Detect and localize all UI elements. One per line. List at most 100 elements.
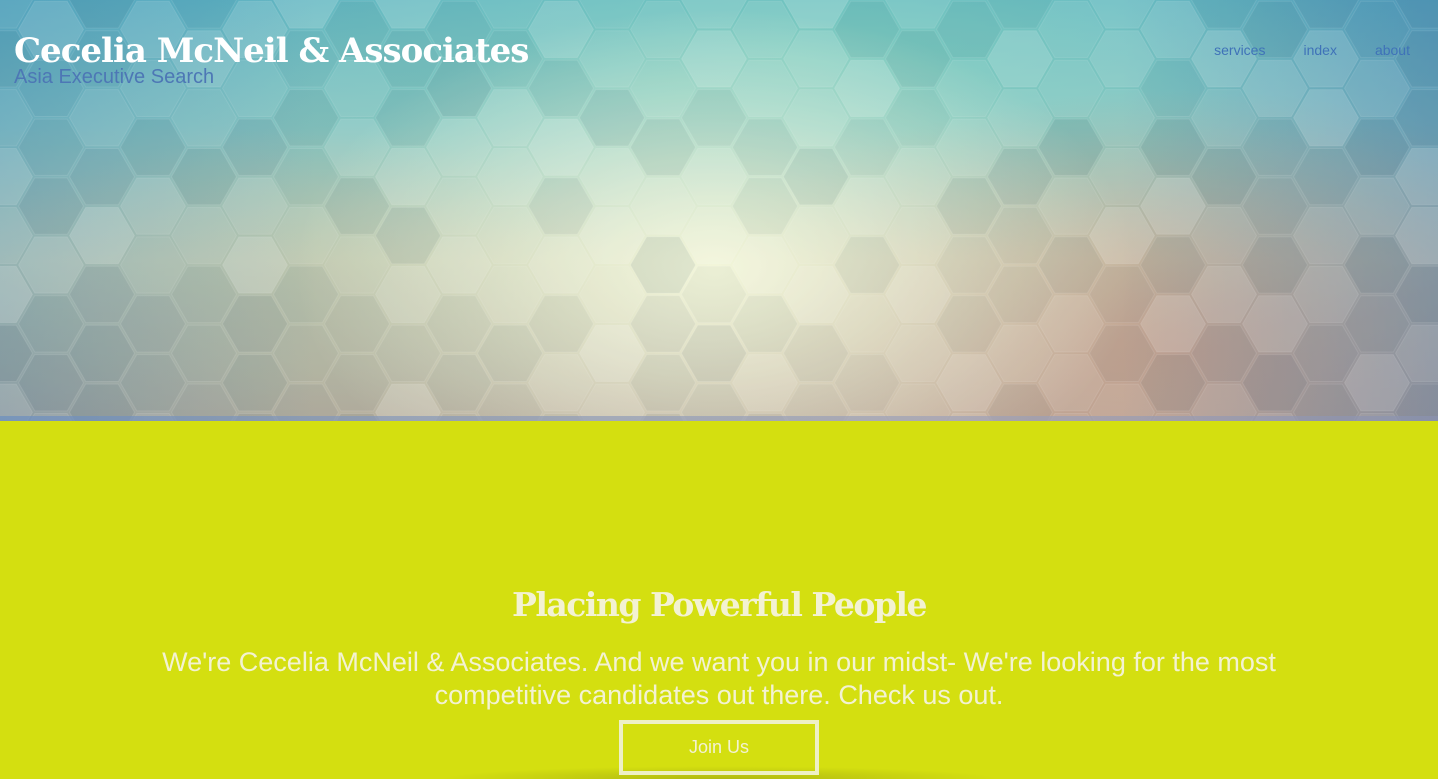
- hexagon-tile: [884, 206, 952, 265]
- hexagon-tile: [578, 89, 646, 147]
- hexagon-tile: [1037, 354, 1105, 412]
- headline: Placing Powerful People: [512, 585, 927, 624]
- hexagon-tile: [731, 295, 799, 353]
- nav-link-index[interactable]: index: [1303, 42, 1336, 58]
- hexagon-tile: [119, 295, 187, 353]
- hexagon-tile: [476, 148, 544, 206]
- hexagon-tile: [476, 89, 544, 147]
- hexagon-tile: [527, 118, 595, 176]
- hexagon-tile: [17, 295, 85, 353]
- hexagon-tile: [170, 324, 238, 382]
- hexagon-tile: [578, 265, 646, 324]
- hexagon-tile: [476, 206, 544, 265]
- hexagon-tile: [986, 89, 1054, 147]
- hexagon-tile: [1088, 148, 1156, 206]
- hexagon-tile: [68, 89, 136, 147]
- hexagon-tile: [1139, 295, 1207, 353]
- hexagon-tile: [833, 177, 901, 235]
- hexagon-tile: [1139, 354, 1207, 412]
- hexagon-tile: [731, 0, 799, 59]
- hexagon-tile: [68, 265, 136, 324]
- intro-section: Placing Powerful People We're Cecelia Mc…: [0, 421, 1438, 779]
- hexagon-tile: [272, 265, 340, 324]
- hexagon-tile: [272, 324, 340, 382]
- hexagon-tile: [680, 30, 748, 88]
- hexagon-tile: [68, 148, 136, 206]
- hexagon-tile: [1088, 265, 1156, 324]
- hexagon-tile: [680, 324, 748, 382]
- join-us-button[interactable]: Join Us: [619, 720, 819, 775]
- hexagon-tile: [1088, 324, 1156, 382]
- hexagon-tile: [170, 148, 238, 206]
- hexagon-tile: [935, 0, 1003, 59]
- hexagon-tile: [119, 354, 187, 412]
- hexagon-tile: [1190, 265, 1258, 324]
- hexagon-tile: [731, 118, 799, 176]
- hexagon-tile: [1190, 30, 1258, 88]
- hexagon-tile: [221, 236, 289, 294]
- hexagon-tile: [1037, 59, 1105, 117]
- hexagon-tile: [17, 118, 85, 176]
- hexagon-tile: [527, 59, 595, 117]
- hexagon-tile: [629, 295, 697, 353]
- hexagon-tile: [425, 236, 493, 294]
- hexagon-tile: [221, 295, 289, 353]
- hexagon-tile: [782, 30, 850, 88]
- hexagon-tile: [374, 265, 442, 324]
- intro-text: We're Cecelia McNeil & Associates. And w…: [162, 647, 1276, 710]
- hexagon-tile: [1241, 295, 1309, 353]
- hexagon-tile: [833, 236, 901, 294]
- hexagon-tile: [272, 148, 340, 206]
- hexagon-tile: [1292, 89, 1360, 147]
- hexagon-tile: [1037, 295, 1105, 353]
- hexagon-tile: [986, 265, 1054, 324]
- hexagon-tile: [884, 324, 952, 382]
- hexagon-tile: [1190, 89, 1258, 147]
- brand: Cecelia McNeil & Associates Asia Executi…: [14, 30, 529, 87]
- hexagon-tile: [578, 206, 646, 265]
- hexagon-tile: [1037, 236, 1105, 294]
- hexagon-tile: [323, 295, 391, 353]
- hexagon-tile: [119, 118, 187, 176]
- hexagon-tile: [986, 30, 1054, 88]
- hexagon-tile: [731, 236, 799, 294]
- hexagon-tile: [527, 0, 595, 59]
- hexagon-tile: [833, 295, 901, 353]
- hexagon-tile: [1241, 354, 1309, 412]
- nav-link-about[interactable]: about: [1375, 42, 1410, 58]
- hexagon-tile: [272, 89, 340, 147]
- hexagon-tile: [884, 265, 952, 324]
- hexagon-tile: [17, 354, 85, 412]
- hexagon-tile: [527, 354, 595, 412]
- hexagon-tile: [1292, 30, 1360, 88]
- hexagon-tile: [1292, 324, 1360, 382]
- hexagon-tile: [1343, 236, 1411, 294]
- hexagon-tile: [833, 118, 901, 176]
- hexagon-tile: [680, 206, 748, 265]
- hexagon-tile: [629, 354, 697, 412]
- hexagon-tile: [833, 0, 901, 59]
- hexagon-tile: [1343, 118, 1411, 176]
- hexagon-tile: [374, 206, 442, 265]
- hexagon-tile: [1139, 177, 1207, 235]
- hexagon-tile: [527, 236, 595, 294]
- hexagon-tile: [119, 236, 187, 294]
- hexagon-tile: [731, 59, 799, 117]
- hexagon-tile: [221, 118, 289, 176]
- hexagon-tile: [782, 206, 850, 265]
- hexagon-tile: [17, 177, 85, 235]
- hexagon-tile: [986, 148, 1054, 206]
- hexagon-tile: [1088, 89, 1156, 147]
- hexagon-tile: [578, 324, 646, 382]
- hexagon-tile: [272, 206, 340, 265]
- hexagon-tile: [680, 265, 748, 324]
- hexagon-tile: [578, 148, 646, 206]
- hexagon-tile: [578, 30, 646, 88]
- hexagon-tile: [1037, 118, 1105, 176]
- hexagon-tile: [935, 295, 1003, 353]
- hexagon-tile: [374, 324, 442, 382]
- hexagon-tile: [782, 148, 850, 206]
- hexagon-tile: [935, 177, 1003, 235]
- nav-link-services[interactable]: services: [1214, 42, 1265, 58]
- hexagon-tile: [935, 354, 1003, 412]
